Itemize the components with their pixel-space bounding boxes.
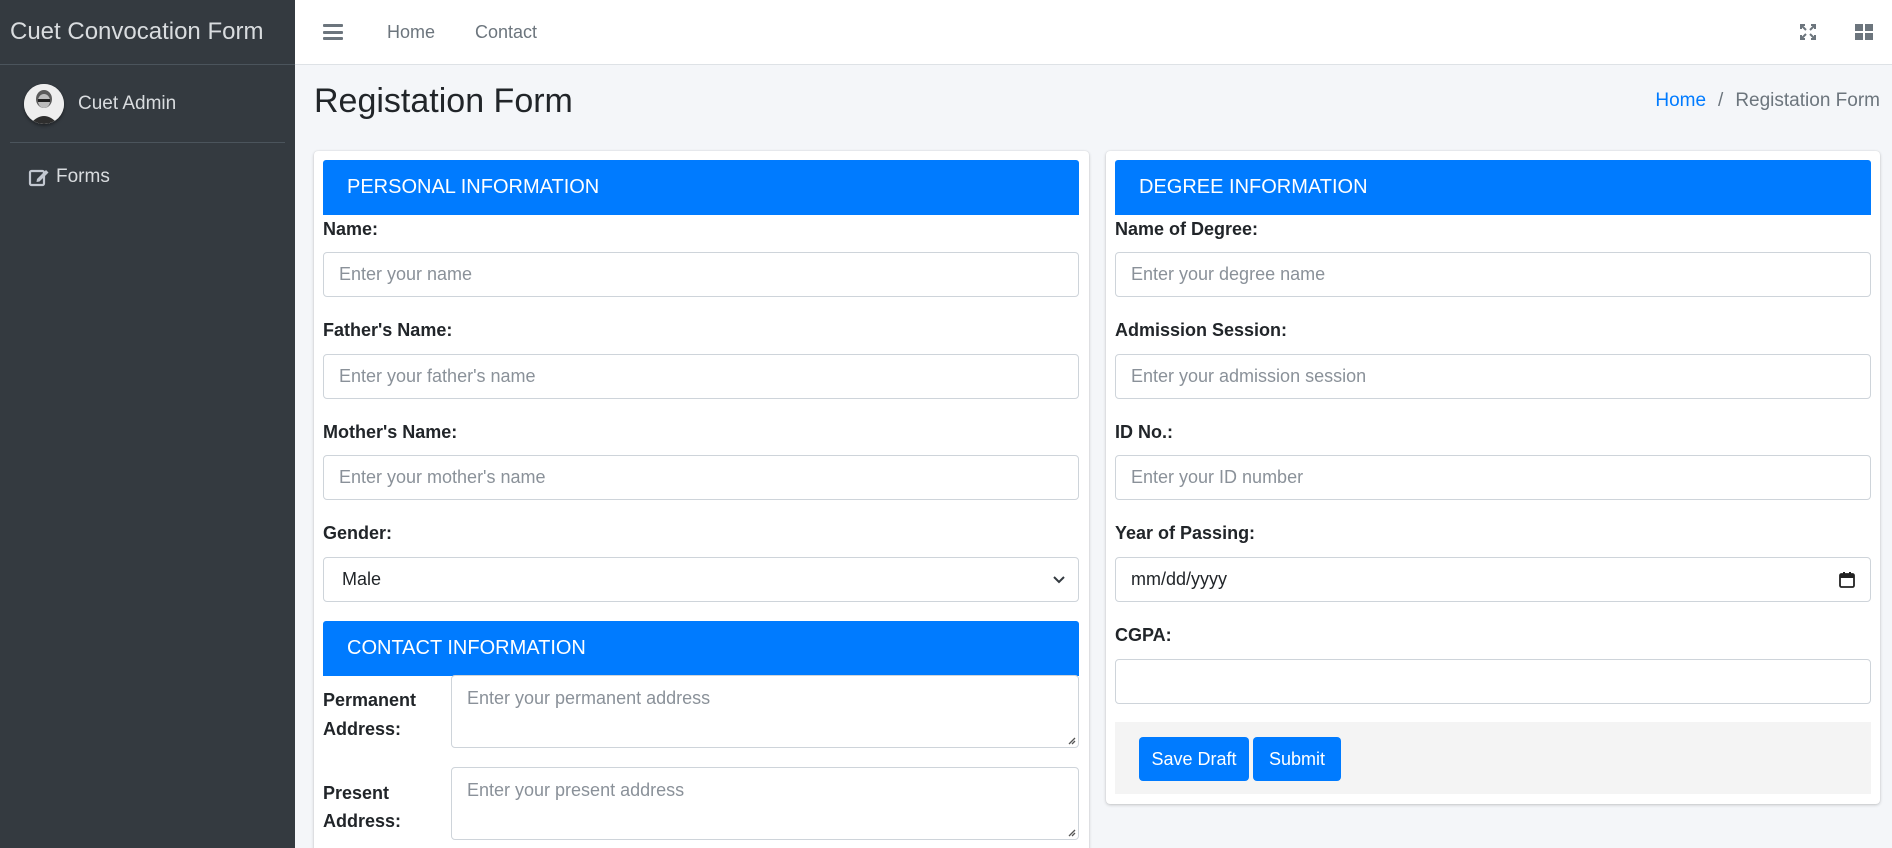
present-address-label-line2: Address: bbox=[323, 811, 402, 831]
avatar-image bbox=[24, 83, 64, 124]
brand-text[interactable]: Cuet Convocation Form bbox=[0, 0, 295, 65]
permanent-address-label-line1: Permanent bbox=[323, 690, 417, 710]
present-address-textarea[interactable]: Enter your present address bbox=[451, 767, 1079, 840]
degree-section-header: DEGREE INFORMATION bbox=[1115, 160, 1871, 215]
contact-section-title: CONTACT INFORMATION bbox=[347, 637, 586, 659]
present-address-label: Present Address: bbox=[323, 779, 401, 835]
user-name[interactable]: Cuet Admin bbox=[78, 93, 176, 115]
name-input[interactable]: Enter your name bbox=[323, 252, 1079, 297]
gender-select[interactable]: Male bbox=[323, 557, 1079, 602]
page-title: Registation Form bbox=[314, 82, 573, 120]
gender-selected-value: Male bbox=[342, 569, 382, 589]
admission-session-label: Admission Session: bbox=[1115, 320, 1288, 340]
nav-link-contact[interactable]: Contact bbox=[475, 22, 537, 43]
permanent-address-placeholder: Enter your permanent address bbox=[467, 688, 711, 708]
user-avatar bbox=[24, 83, 64, 124]
navbar-right-icons bbox=[1780, 0, 1892, 64]
edit-icon bbox=[28, 169, 49, 187]
breadcrumb-home-link[interactable]: Home bbox=[1655, 90, 1706, 112]
resize-handle-icon[interactable] bbox=[1066, 735, 1076, 745]
resize-handle-icon[interactable] bbox=[1066, 827, 1076, 837]
year-of-passing-date-input[interactable]: mm/dd/yyyy bbox=[1115, 557, 1871, 602]
sidebar-item-label: Forms bbox=[56, 166, 110, 187]
menu-icon[interactable] bbox=[323, 24, 343, 40]
sidebar: Cuet Convocation Form Cuet Admin Forms bbox=[0, 0, 295, 848]
admission-session-input[interactable]: Enter your admission session bbox=[1115, 354, 1871, 399]
save-draft-button[interactable]: Save Draft bbox=[1139, 737, 1249, 781]
permanent-address-label-line2: Address: bbox=[323, 719, 402, 739]
cgpa-label: CGPA: bbox=[1115, 625, 1172, 645]
personal-section-header: PERSONAL INFORMATION bbox=[323, 160, 1079, 215]
father-name-input[interactable]: Enter your father's name bbox=[323, 354, 1079, 399]
user-panel[interactable]: Cuet Admin bbox=[10, 65, 285, 143]
present-address-label-line1: Present bbox=[323, 783, 390, 803]
contact-section-header: CONTACT INFORMATION bbox=[323, 621, 1079, 676]
gender-label: Gender: bbox=[323, 523, 393, 543]
breadcrumb-separator: / bbox=[1718, 90, 1724, 111]
degree-section-title: DEGREE INFORMATION bbox=[1139, 176, 1368, 198]
mother-name-input[interactable]: Enter your mother's name bbox=[323, 455, 1079, 500]
degree-name-input[interactable]: Enter your degree name bbox=[1115, 252, 1871, 297]
fullscreen-icon[interactable] bbox=[1780, 0, 1836, 64]
grid-icon[interactable] bbox=[1836, 0, 1892, 64]
id-number-input[interactable]: Enter your ID number bbox=[1115, 455, 1871, 500]
year-of-passing-label: Year of Passing: bbox=[1115, 523, 1256, 543]
present-address-placeholder: Enter your present address bbox=[467, 780, 685, 800]
chevron-down-icon bbox=[1053, 575, 1065, 583]
submit-button[interactable]: Submit bbox=[1253, 737, 1341, 781]
mother-name-label: Mother's Name: bbox=[323, 422, 458, 442]
cgpa-input[interactable] bbox=[1115, 659, 1871, 704]
permanent-address-label: Permanent Address: bbox=[323, 686, 416, 744]
personal-section-title: PERSONAL INFORMATION bbox=[347, 176, 600, 198]
father-name-label: Father's Name: bbox=[323, 320, 453, 340]
top-navbar: Home Contact bbox=[295, 0, 1892, 65]
id-number-label: ID No.: bbox=[1115, 422, 1173, 442]
calendar-icon[interactable] bbox=[1838, 571, 1856, 589]
name-label: Name: bbox=[323, 219, 379, 239]
sidebar-item-forms[interactable]: Forms bbox=[10, 157, 285, 197]
nav-link-home[interactable]: Home bbox=[387, 22, 435, 43]
degree-name-label: Name of Degree: bbox=[1115, 219, 1259, 239]
permanent-address-textarea[interactable]: Enter your permanent address bbox=[451, 675, 1079, 748]
date-placeholder: mm/dd/yyyy bbox=[1131, 569, 1228, 589]
breadcrumb-current: Registation Form bbox=[1735, 90, 1880, 111]
breadcrumb: Home / Registation Form bbox=[1655, 90, 1880, 112]
